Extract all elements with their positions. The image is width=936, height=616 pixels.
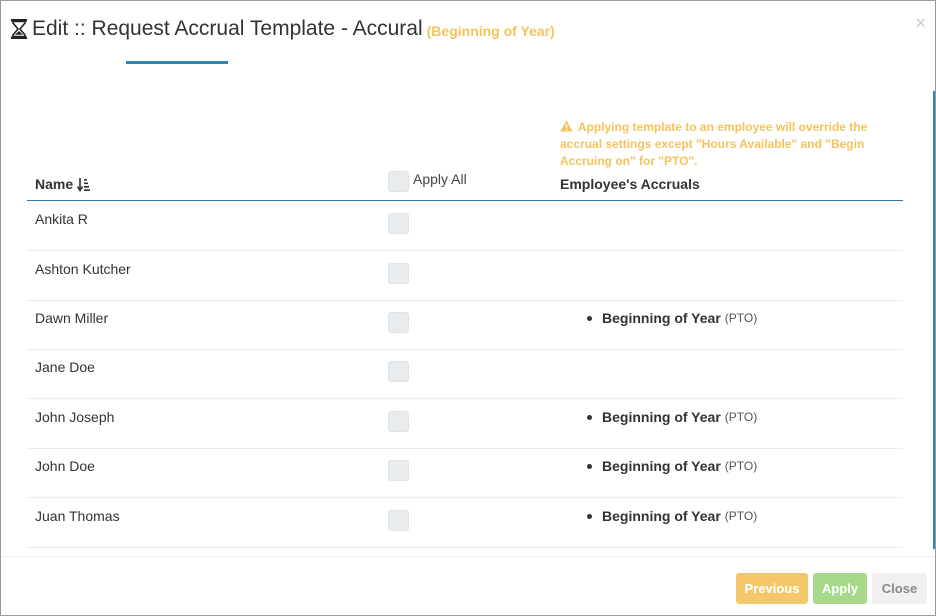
accrual-name: Beginning of Year <box>602 409 721 425</box>
table-row: Juan Thomas Beginning of Year (PTO) <box>27 498 903 548</box>
employee-name: Jane Doe <box>35 359 95 375</box>
bullet <box>587 513 592 519</box>
name-column-header[interactable]: Name <box>35 176 91 192</box>
row-apply-checkbox[interactable] <box>388 213 409 234</box>
employee-name: John Joseph <box>35 409 115 425</box>
accrual-type: (PTO) <box>724 509 758 523</box>
table-row: John Doe Beginning of Year (PTO) <box>27 448 903 498</box>
row-apply-checkbox[interactable] <box>388 460 409 481</box>
employee-name: Ankita R <box>35 211 88 227</box>
bullet <box>587 315 592 321</box>
accrual-name: Beginning of Year <box>602 458 721 474</box>
employee-name: Juan Thomas <box>35 508 120 524</box>
row-apply-checkbox[interactable] <box>388 411 409 432</box>
close-icon[interactable]: × <box>915 13 926 34</box>
accrual-name: Beginning of Year <box>602 508 721 524</box>
table-row: Dawn Miller Beginning of Year (PTO) <box>27 300 903 350</box>
apply-all-checkbox[interactable] <box>388 171 409 192</box>
bullet <box>587 414 592 420</box>
warning-triangle-icon <box>560 120 573 132</box>
row-apply-checkbox[interactable] <box>388 510 409 531</box>
table-row: Ashton Kutcher <box>27 251 903 301</box>
footer-divider <box>2 556 935 557</box>
previous-button[interactable]: Previous <box>736 573 808 604</box>
employee-name: Ashton Kutcher <box>35 261 131 277</box>
row-apply-checkbox[interactable] <box>388 361 409 382</box>
active-tab-indicator <box>126 61 228 64</box>
accrual-type: (PTO) <box>724 311 758 325</box>
scrollbar[interactable] <box>933 91 935 549</box>
employee-accruals-header: Employee's Accruals <box>560 176 700 192</box>
accrual-item: Beginning of Year (PTO) <box>587 310 757 326</box>
warning-message: Applying template to an employee will ov… <box>560 119 880 170</box>
table-row: John Joseph Beginning of Year (PTO) <box>27 399 903 449</box>
dialog-title: Edit :: Request Accrual Template - Accur… <box>32 17 423 40</box>
table-row: Ankita R <box>27 201 903 251</box>
accrual-type: (PTO) <box>724 410 758 424</box>
apply-all-label: Apply All <box>413 171 467 187</box>
sort-descending-icon[interactable] <box>77 177 91 192</box>
accrual-item: Beginning of Year (PTO) <box>587 409 757 425</box>
accrual-type: (PTO) <box>724 459 758 473</box>
dialog-title-bar: Edit :: Request Accrual Template - Accur… <box>10 15 555 43</box>
close-button[interactable]: Close <box>872 573 927 604</box>
dialog: Edit :: Request Accrual Template - Accur… <box>0 0 936 616</box>
row-apply-checkbox[interactable] <box>388 263 409 284</box>
warning-text: Applying template to an employee will ov… <box>560 120 868 168</box>
name-header-label: Name <box>35 176 74 192</box>
employee-name: Dawn Miller <box>35 310 109 326</box>
apply-button[interactable]: Apply <box>813 573 867 604</box>
accrual-name: Beginning of Year <box>602 310 721 326</box>
row-apply-checkbox[interactable] <box>388 312 409 333</box>
accrual-item: Beginning of Year (PTO) <box>587 458 757 474</box>
hourglass-icon <box>11 19 27 39</box>
bullet <box>587 463 592 469</box>
table-row: Jane Doe <box>27 349 903 399</box>
dialog-subtitle: (Beginning of Year) <box>426 23 555 39</box>
employee-name: John Doe <box>35 458 95 474</box>
accrual-item: Beginning of Year (PTO) <box>587 508 757 524</box>
